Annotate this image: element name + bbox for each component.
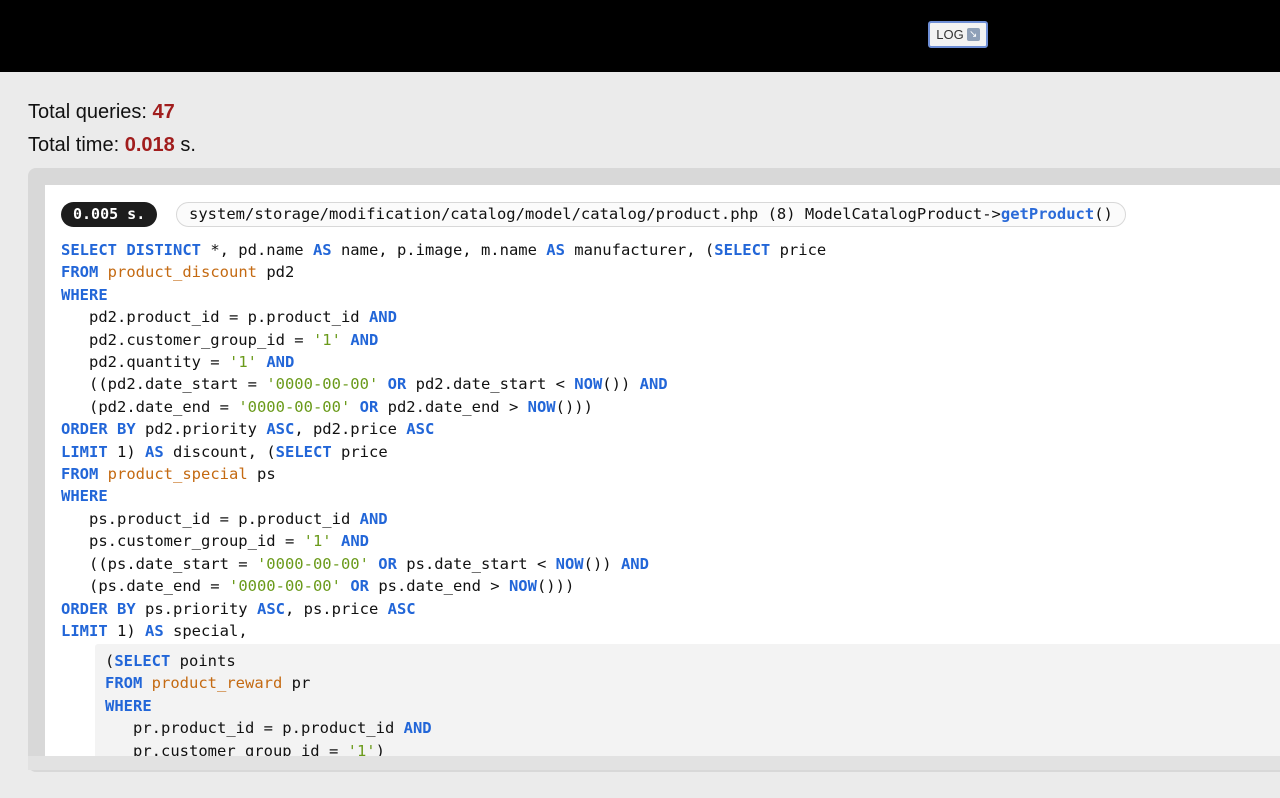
source-path-text: system/storage/modification/catalog/mode… [189, 205, 1001, 223]
sql-line: (ps.date_end = '0000-00-00' OR ps.date_e… [61, 577, 575, 596]
sql-line: pr.product_id = p.product_id AND [105, 719, 432, 738]
total-time-value: 0.018 [124, 134, 175, 156]
query-source-path[interactable]: system/storage/modification/catalog/mode… [176, 202, 1126, 227]
sql-line: WHERE [61, 487, 108, 506]
total-queries: Total queries: 47 [28, 97, 196, 130]
sql-line: WHERE [105, 696, 152, 715]
sql-line: ps.customer_group_id = '1' AND [61, 532, 369, 551]
sql-line: ORDER BY ps.priority ASC, ps.price ASC [61, 599, 416, 618]
sql-query: SELECT DISTINCT *, pd.name AS name, p.im… [61, 239, 826, 642]
sql-line: ps.product_id = p.product_id AND [61, 509, 388, 528]
source-method: getProduct [1000, 205, 1095, 223]
log-button[interactable]: LOG ↘ [928, 21, 988, 48]
total-queries-value: 47 [152, 101, 175, 123]
sql-line: ((ps.date_start = '0000-00-00' OR ps.dat… [61, 554, 649, 573]
sql-line: ((pd2.date_start = '0000-00-00' OR pd2.d… [61, 375, 668, 394]
total-time-label: Total time: [28, 134, 120, 156]
source-call-suffix: () [1094, 205, 1113, 223]
sql-subquery-block: (SELECT points FROM product_reward pr WH… [95, 644, 1280, 757]
query-stats: Total queries: 47 Total time: 0.018 s. [28, 97, 196, 163]
arrow-down-box-icon: ↘ [966, 28, 980, 41]
log-button-label: LOG [936, 27, 964, 42]
sql-line: SELECT DISTINCT *, pd.name AS name, p.im… [61, 241, 827, 259]
sql-line: (SELECT points [105, 652, 236, 670]
total-queries-label: Total queries: [28, 101, 147, 123]
sql-line: pd2.customer_group_id = '1' AND [61, 330, 379, 349]
sql-line: FROM product_discount pd2 [61, 263, 295, 282]
sql-line: pd2.product_id = p.product_id AND [61, 308, 397, 327]
query-time-badge: 0.005 s. [61, 202, 158, 227]
sql-line: (pd2.date_end = '0000-00-00' OR pd2.date… [61, 397, 593, 416]
total-time: Total time: 0.018 s. [28, 130, 196, 163]
sql-line: pr.customer_group_id = '1') [105, 741, 385, 757]
sql-subquery: (SELECT points FROM product_reward pr WH… [105, 650, 432, 757]
top-bar: LOG ↘ [0, 0, 1280, 72]
sql-line: ORDER BY pd2.priority ASC, pd2.price ASC [61, 420, 435, 439]
sql-line: WHERE [61, 285, 108, 304]
sql-line: pd2.quantity = '1' AND [61, 353, 295, 372]
total-time-unit: s. [180, 134, 196, 156]
sql-line: LIMIT 1) AS discount, (SELECT price [61, 442, 388, 461]
query-card[interactable]: 0.005 s. system/storage/modification/cat… [45, 185, 1280, 757]
sql-line: LIMIT 1) AS special, [61, 621, 248, 640]
sql-line: FROM product_reward pr [105, 674, 311, 693]
sql-line: FROM product_special ps [61, 465, 276, 484]
panel-bottom-edge [28, 756, 1280, 770]
